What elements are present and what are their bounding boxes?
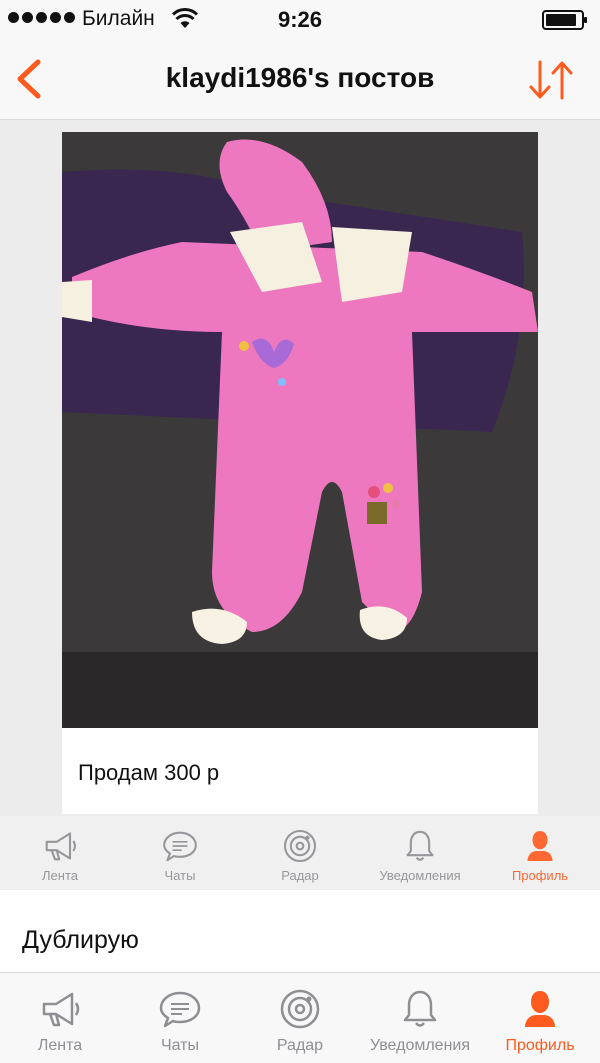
post-photo[interactable]: [62, 132, 538, 728]
post-caption: Продам 300 р: [78, 760, 220, 785]
profile-icon: [525, 991, 555, 1027]
tab-label: Чаты: [160, 1037, 200, 1054]
radar-icon: [280, 989, 320, 1029]
tab-label: Уведомления: [369, 1037, 471, 1054]
tab-label: Уведомления: [379, 868, 461, 883]
tab-notifications[interactable]: Уведомления: [360, 973, 480, 1063]
tab-label: Лента: [37, 1037, 83, 1054]
overlay-tab-notifications[interactable]: Уведомления: [360, 816, 480, 890]
tab-bar: Лента Чаты Радар Уведомления Профиль: [0, 972, 600, 1063]
radar-icon: [283, 829, 317, 863]
post-text: Дублирую: [22, 926, 139, 954]
overlay-tab-feed[interactable]: Лента: [0, 816, 120, 890]
tab-label: Чаты: [164, 868, 196, 883]
overlay-tab-chats[interactable]: Чаты: [120, 816, 240, 890]
overlay-tab-radar[interactable]: Радар: [240, 816, 360, 890]
tab-label: Лента: [42, 868, 78, 883]
chat-bubble-icon: [159, 991, 201, 1028]
tab-chats[interactable]: Чаты: [120, 973, 240, 1063]
status-bar: Билайн 9:26: [0, 0, 600, 40]
bell-icon: [403, 990, 437, 1027]
battery-icon: [542, 10, 587, 30]
tab-label: Профиль: [505, 1037, 575, 1054]
profile-icon: [527, 831, 553, 861]
page-title: klaydi1986's постов: [165, 62, 435, 93]
tab-label: Профиль: [511, 868, 569, 883]
tab-feed[interactable]: Лента: [0, 973, 120, 1063]
clock: 9:26: [277, 7, 323, 32]
megaphone-icon: [45, 832, 77, 861]
tab-label: Радар: [276, 1037, 324, 1054]
overlay-tab-bar: Лента Чаты Радар Уведомления Профиль: [0, 816, 600, 890]
tab-profile[interactable]: Профиль: [480, 973, 600, 1063]
tab-radar[interactable]: Радар: [240, 973, 360, 1063]
sort-arrows-icon[interactable]: [526, 56, 576, 104]
bell-icon: [406, 830, 434, 861]
megaphone-icon: [42, 992, 80, 1027]
tab-label: Радар: [281, 868, 319, 883]
screen: Билайн 9:26 klaydi1986's постов Продам 3…: [0, 0, 600, 1063]
navigation-bar: klaydi1986's постов: [0, 40, 600, 120]
post-card[interactable]: Продам 300 р: [62, 132, 538, 814]
chat-bubble-icon: [163, 831, 197, 862]
overlay-tab-profile[interactable]: Профиль: [480, 816, 600, 890]
